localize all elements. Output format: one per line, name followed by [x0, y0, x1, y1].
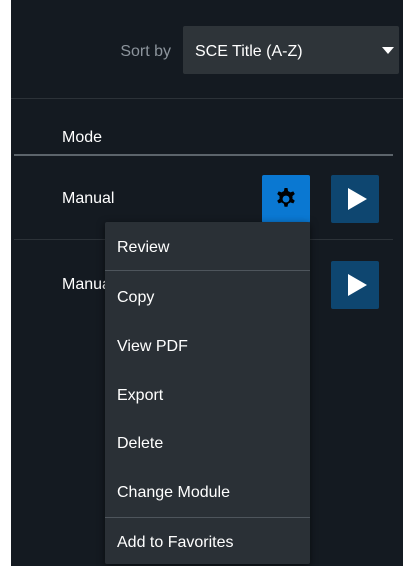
menu-divider [105, 517, 310, 518]
menu-item-label: Delete [117, 435, 164, 452]
menu-item-view-pdf[interactable]: View PDF [105, 324, 310, 368]
column-header-mode[interactable]: Mode [62, 129, 102, 147]
context-menu: Review Copy View PDF Export Delete Chang… [105, 222, 310, 564]
menu-item-change-module[interactable]: Change Module [105, 470, 310, 514]
chevron-down-icon [382, 47, 394, 54]
play-button[interactable] [331, 175, 379, 223]
settings-button[interactable] [262, 175, 310, 223]
menu-item-label: Review [117, 239, 170, 256]
play-button[interactable] [331, 261, 379, 309]
menu-item-delete[interactable]: Delete [105, 421, 310, 465]
app-panel: Sort by SCE Title (A-Z) Mode Manual Manu… [11, 0, 403, 566]
play-icon [348, 188, 367, 210]
play-icon [348, 274, 367, 296]
menu-item-label: View PDF [117, 338, 188, 355]
gear-icon [277, 188, 295, 207]
menu-item-label: Change Module [117, 484, 230, 501]
row-mode-cell: Manual [62, 190, 115, 207]
menu-item-copy[interactable]: Copy [105, 275, 310, 319]
menu-item-label: Add to Favorites [117, 534, 234, 551]
menu-item-export[interactable]: Export [105, 373, 310, 417]
menu-divider [105, 270, 310, 271]
toolbar-divider [11, 98, 403, 99]
sort-by-label: Sort by [120, 43, 171, 60]
sort-selected-value: SCE Title (A-Z) [195, 43, 303, 60]
menu-item-label: Export [117, 387, 164, 404]
menu-item-add-to-favorites[interactable]: Add to Favorites [105, 520, 310, 564]
menu-item-review[interactable]: Review [105, 225, 310, 269]
header-divider [14, 154, 393, 156]
menu-item-label: Copy [117, 289, 155, 306]
sort-select[interactable]: SCE Title (A-Z) [183, 26, 399, 74]
